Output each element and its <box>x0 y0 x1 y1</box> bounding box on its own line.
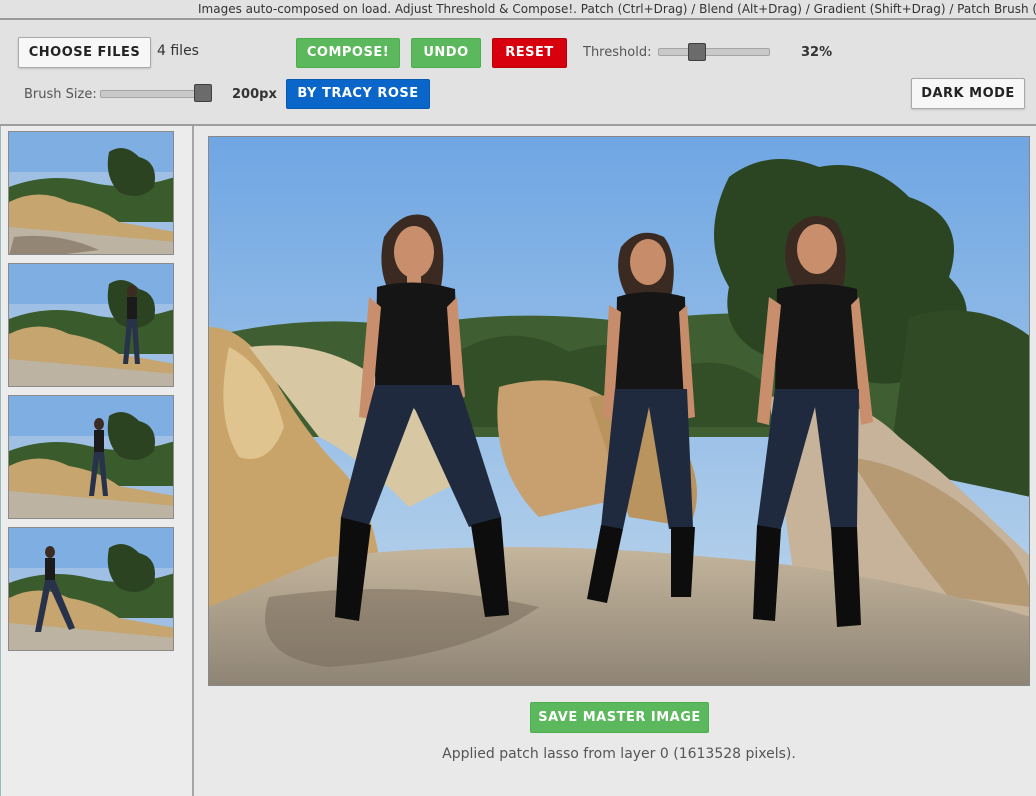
compose-button[interactable]: COMPOSE! <box>296 38 400 68</box>
layer-sidebar <box>0 126 194 796</box>
layer-2-thumbnail[interactable] <box>8 395 174 519</box>
threshold-value: 32% <box>801 45 833 60</box>
layer-0-thumbnail[interactable] <box>8 131 174 255</box>
credit-link-button[interactable]: BY TRACY ROSE <box>286 79 430 109</box>
choose-files-button[interactable]: CHOOSE FILES <box>18 37 151 68</box>
status-message: Applied patch lasso from layer 0 (161352… <box>442 746 796 762</box>
threshold-label: Threshold: <box>583 45 652 60</box>
threshold-slider-handle[interactable] <box>688 43 707 61</box>
layer-1-thumbnail[interactable] <box>8 263 174 387</box>
composite-canvas[interactable] <box>208 136 1030 686</box>
save-master-image-button[interactable]: SAVE MASTER IMAGE <box>530 702 709 733</box>
dark-mode-button[interactable]: DARK MODE <box>911 78 1025 109</box>
toolbar: Images auto-composed on load. Adjust Thr… <box>0 0 1036 126</box>
brush-size-label: Brush Size: <box>24 87 97 102</box>
instructions-bar: Images auto-composed on load. Adjust Thr… <box>0 0 1036 20</box>
undo-button[interactable]: UNDO <box>411 38 481 68</box>
reset-button[interactable]: RESET <box>492 38 567 68</box>
brush-size-value: 200px <box>232 87 277 102</box>
brush-size-slider-handle[interactable] <box>194 84 212 102</box>
layer-3-thumbnail[interactable] <box>8 527 174 651</box>
file-count: 4 files <box>157 43 199 59</box>
threshold-slider[interactable] <box>658 48 770 56</box>
